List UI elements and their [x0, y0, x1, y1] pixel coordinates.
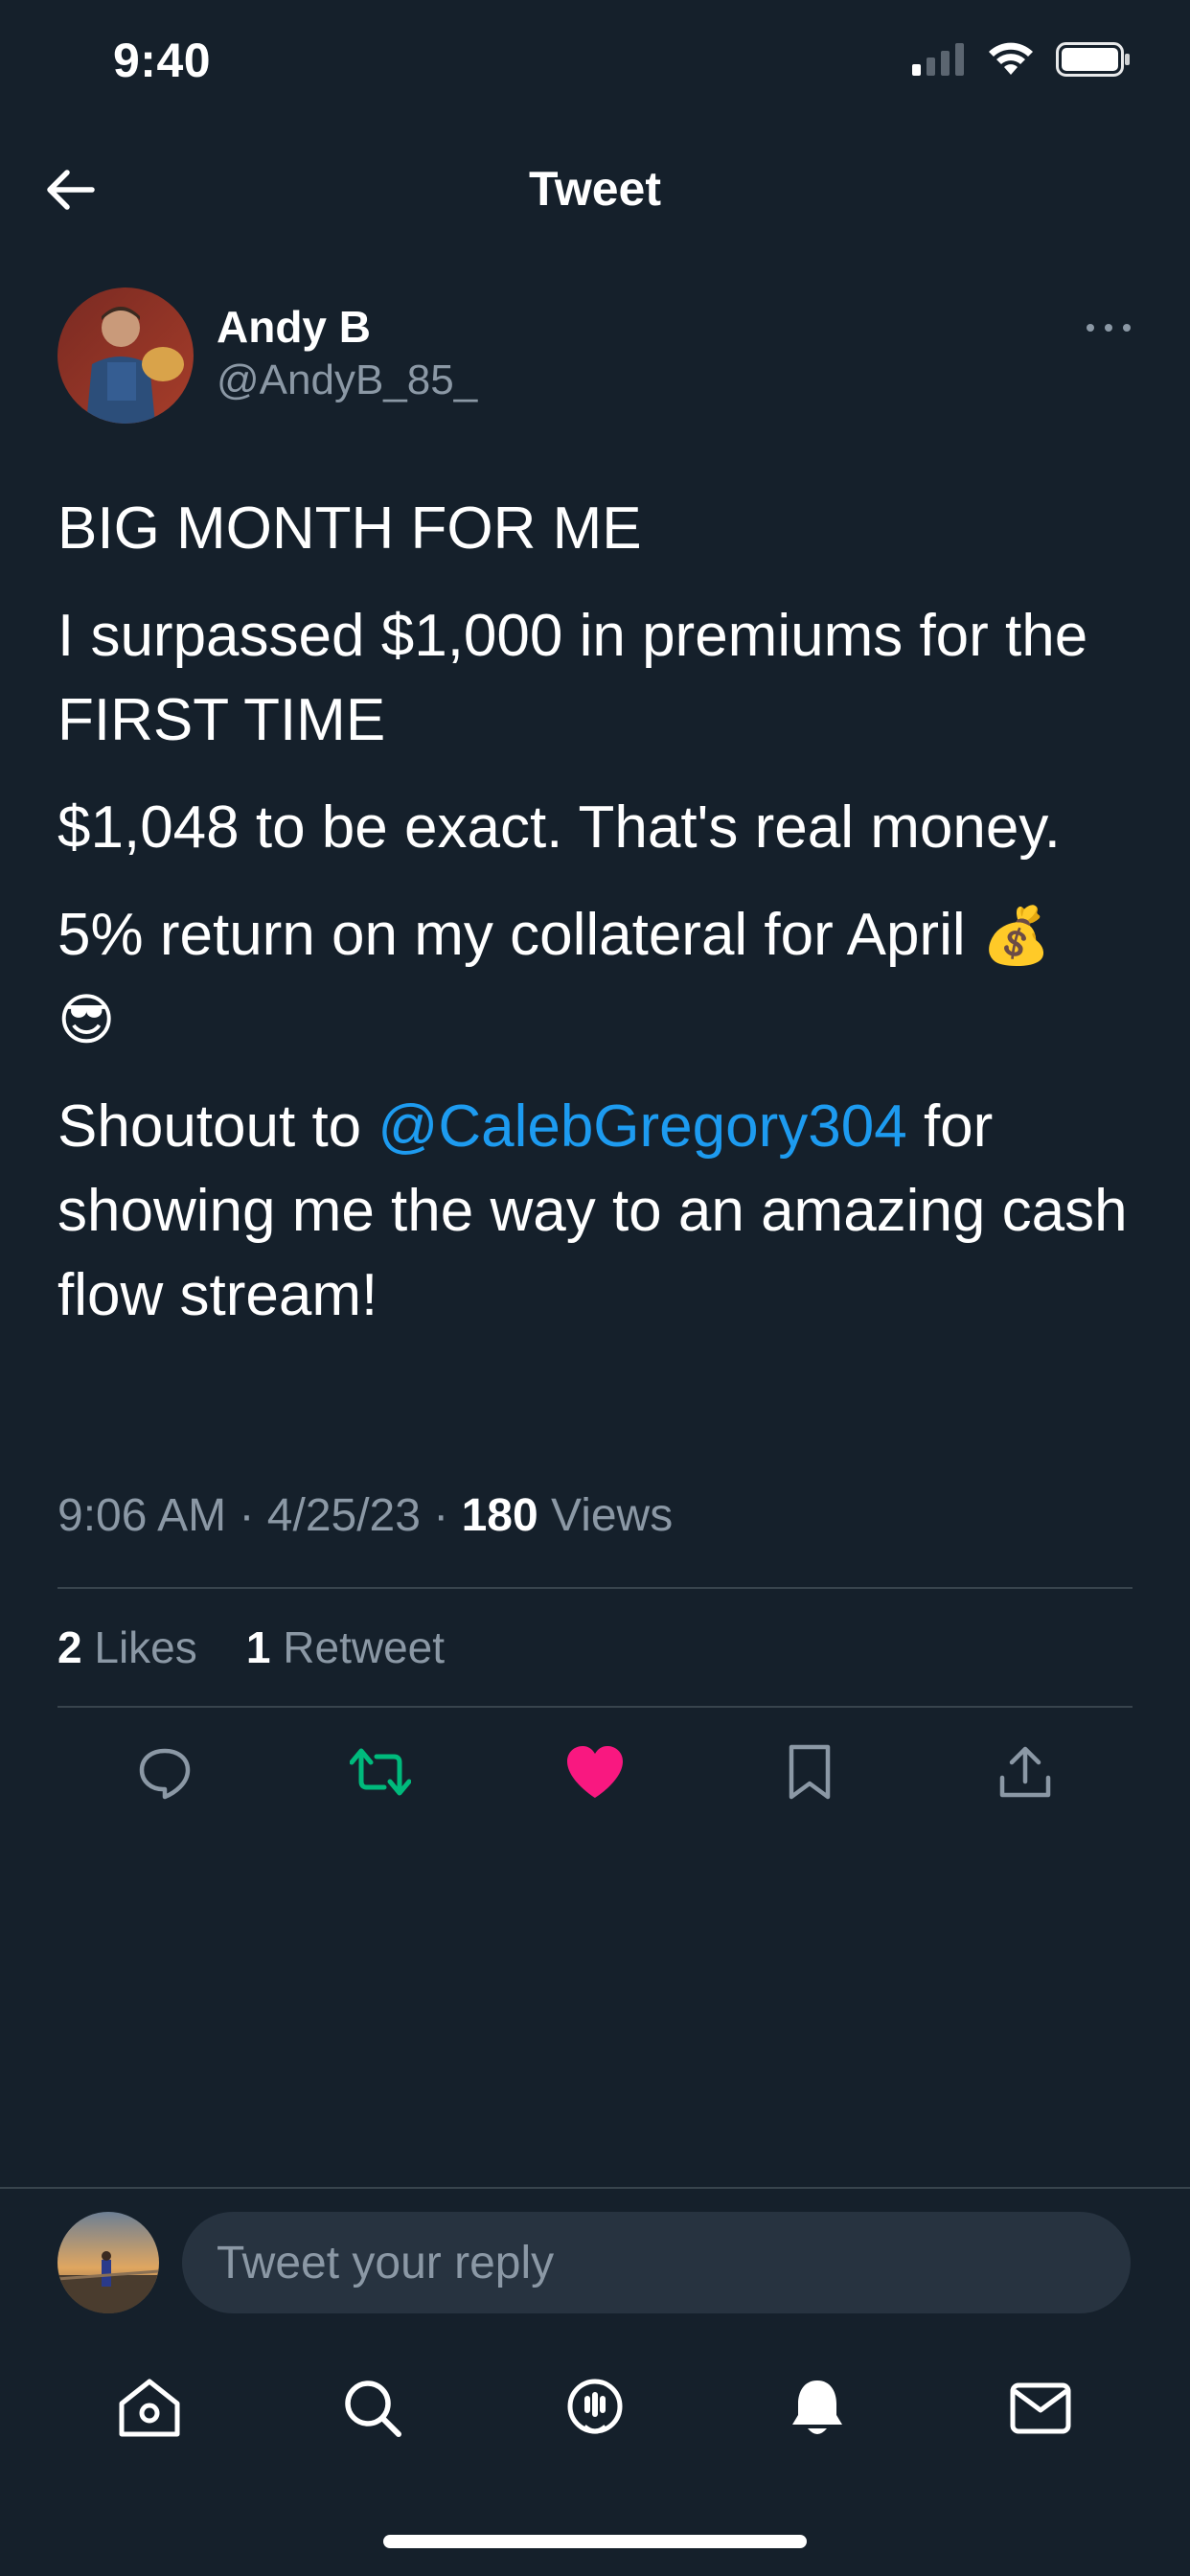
- more-horizontal-icon: [1087, 324, 1131, 332]
- views-label[interactable]: Views: [551, 1490, 673, 1541]
- search-icon: [344, 2380, 401, 2437]
- nav-search[interactable]: [330, 2365, 416, 2451]
- tweet-actions: [57, 1738, 1133, 1806]
- bookmark-button[interactable]: [777, 1739, 842, 1805]
- reply-icon: [139, 1748, 191, 1800]
- author-name[interactable]: Andy B: [217, 301, 371, 353]
- retweets-stat[interactable]: 1 Retweet: [246, 1622, 445, 1672]
- wifi-icon: [989, 42, 1033, 75]
- reply-button[interactable]: [132, 1739, 197, 1805]
- spaces-icon: [567, 2379, 623, 2434]
- mention-link[interactable]: @CalebGregory304: [378, 1093, 906, 1160]
- like-button[interactable]: [562, 1739, 628, 1805]
- tweet-paragraph-1: BIG MONTH FOR ME: [57, 495, 642, 562]
- likes-count: 2: [57, 1622, 82, 1672]
- current-user-avatar[interactable]: [57, 2212, 159, 2313]
- tweet-text: BIG MONTH FOR ME I surpassed $1,000 in p…: [57, 487, 1140, 1361]
- more-options-button[interactable]: [1085, 318, 1133, 337]
- views-count: 180: [461, 1490, 538, 1541]
- page-title: Tweet: [529, 162, 661, 216]
- divider: [57, 1706, 1133, 1708]
- tweet-stats: 2 Likes 1 Retweet: [57, 1622, 445, 1673]
- bottom-navigation: [0, 2365, 1190, 2451]
- divider: [57, 1587, 1133, 1589]
- tweet-paragraph-2: I surpassed $1,000 in premiums for the F…: [57, 603, 1088, 753]
- meta-separator: ·: [239, 1490, 255, 1541]
- reply-divider: [0, 2187, 1190, 2189]
- author-handle[interactable]: @AndyB_85_: [217, 356, 477, 404]
- likes-label: Likes: [94, 1622, 197, 1672]
- share-button[interactable]: [993, 1739, 1058, 1805]
- sunglasses-emoji: 😎: [57, 987, 116, 1052]
- retweets-label: Retweet: [283, 1622, 446, 1672]
- status-icons: [912, 42, 1131, 77]
- tweet-meta: 9:06 AM · 4/25/23 · 180 Views: [57, 1489, 673, 1542]
- nav-notifications[interactable]: [774, 2365, 860, 2451]
- notifications-icon: [792, 2380, 843, 2434]
- tweet-time: 9:06 AM: [57, 1490, 227, 1541]
- heart-icon: [566, 1746, 623, 1798]
- retweet-icon: [349, 1748, 411, 1796]
- bookmark-icon: [790, 1744, 831, 1800]
- nav-home[interactable]: [106, 2365, 193, 2451]
- home-icon: [119, 2379, 180, 2437]
- tweet-paragraph-4-text: 5% return on my collateral for April: [57, 902, 966, 968]
- share-icon: [999, 1746, 1050, 1798]
- nav-spaces[interactable]: [552, 2365, 638, 2451]
- tweet-paragraph-5: Shoutout to @CalebGregory304 for showing…: [57, 1085, 1140, 1338]
- author-avatar[interactable]: [57, 288, 194, 424]
- reply-input[interactable]: [182, 2212, 1131, 2313]
- cellular-signal-icon: [912, 43, 964, 76]
- meta-separator: ·: [433, 1490, 449, 1541]
- retweets-count: 1: [245, 1622, 271, 1672]
- money-bag-emoji: 💰: [981, 903, 1052, 968]
- home-indicator[interactable]: [383, 2535, 807, 2548]
- retweet-button[interactable]: [348, 1739, 413, 1805]
- tweet-paragraph-4: 5% return on my collateral for April 💰 😎: [57, 893, 1140, 1062]
- tweet-date: 4/25/23: [266, 1490, 421, 1541]
- avatar-image: [57, 2212, 159, 2313]
- tweet-paragraph-5-pre: Shoutout to: [57, 1093, 378, 1160]
- likes-stat[interactable]: 2 Likes: [57, 1622, 197, 1672]
- avatar-image: [57, 288, 194, 424]
- tweet-paragraph-3: $1,048 to be exact. That's real money.: [57, 794, 1061, 861]
- nav-messages[interactable]: [997, 2365, 1084, 2451]
- messages-icon: [1010, 2382, 1071, 2434]
- status-time: 9:40: [113, 34, 212, 87]
- battery-icon: [1056, 42, 1130, 77]
